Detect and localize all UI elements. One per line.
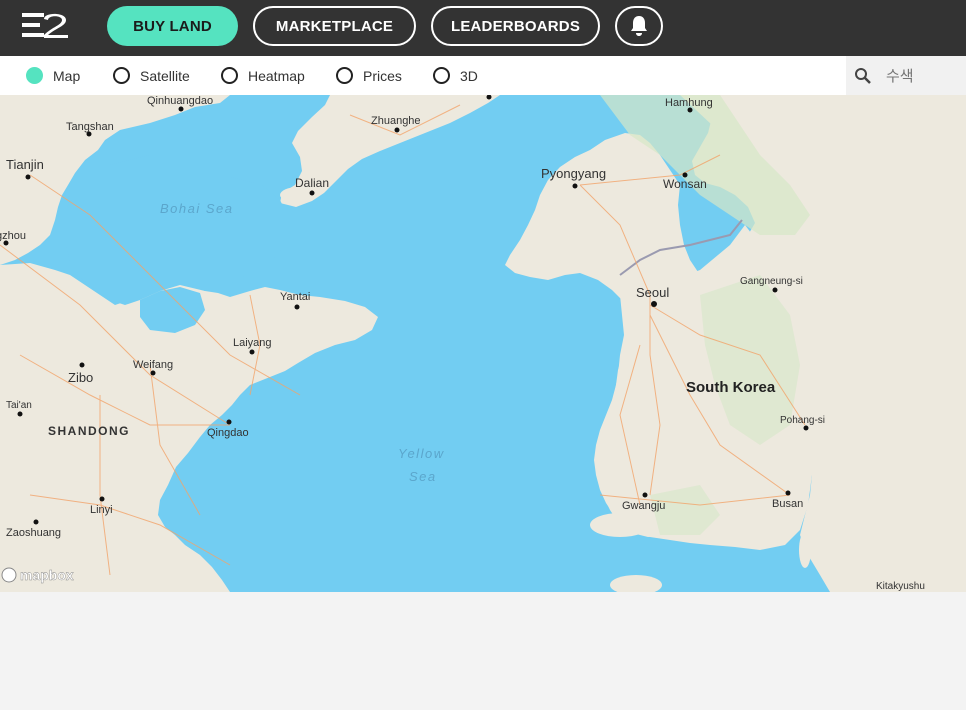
view-option-label: Prices bbox=[363, 67, 402, 84]
map-label-kitakyushu: Kitakyushu bbox=[876, 581, 925, 592]
map-canvas[interactable]: Qinhuangdao Tangshan Tianjin gzhou Zhuan… bbox=[0, 95, 966, 592]
radio-indicator bbox=[433, 67, 450, 84]
map-label-yellow-sea-line1: Yellow bbox=[398, 446, 445, 461]
city-dot bbox=[642, 492, 648, 498]
map-label-taian: Tai'an bbox=[6, 400, 32, 411]
map-label-qingdao: Qingdao bbox=[207, 427, 249, 439]
map-view-options-bar: Map Satellite Heatmap Prices 3D bbox=[0, 56, 966, 95]
map-label-pyongyang: Pyongyang bbox=[541, 166, 606, 181]
map-label-bohai-sea: Bohai Sea bbox=[160, 201, 234, 216]
map-label-seoul: Seoul bbox=[636, 285, 669, 300]
island bbox=[799, 532, 811, 568]
map-label-zaoshuang: Zaoshuang bbox=[6, 527, 61, 539]
island bbox=[900, 307, 906, 313]
search-input[interactable] bbox=[884, 65, 958, 86]
map-label-south-korea: South Korea bbox=[686, 379, 776, 396]
view-option-label: Heatmap bbox=[248, 67, 305, 84]
view-option-map[interactable]: Map bbox=[26, 56, 80, 95]
city-dot bbox=[309, 190, 315, 196]
map-label-wonsan: Wonsan bbox=[663, 177, 707, 191]
map-label-gzhou: gzhou bbox=[0, 230, 26, 242]
map-label-yellow-sea-line2: Sea bbox=[409, 469, 437, 484]
mapbox-logo[interactable]: mapbox bbox=[1, 567, 74, 583]
city-dot bbox=[178, 106, 184, 112]
map-label-qinhuangdao: Qinhuangdao bbox=[147, 95, 213, 107]
content-area-below-map bbox=[0, 592, 966, 710]
e2-logo-icon[interactable] bbox=[22, 11, 70, 39]
city-dot bbox=[99, 496, 105, 502]
view-option-3d[interactable]: 3D bbox=[433, 56, 478, 95]
view-option-label: Map bbox=[53, 67, 81, 84]
buy-land-button[interactable]: BUY LAND bbox=[107, 6, 238, 46]
search-box[interactable] bbox=[846, 56, 966, 95]
city-dot bbox=[150, 370, 156, 376]
leaderboards-button[interactable]: LEADERBOARDS bbox=[431, 6, 600, 46]
city-dot bbox=[572, 183, 578, 189]
map-label-yantai: Yantai bbox=[280, 291, 310, 303]
map-label-hamhung: Hamhung bbox=[665, 97, 713, 109]
view-option-label: 3D bbox=[460, 67, 478, 84]
map-label-busan: Busan bbox=[772, 498, 803, 510]
city-dot bbox=[33, 519, 39, 525]
city-dot bbox=[394, 127, 400, 133]
map-label-shandong: SHANDONG bbox=[48, 424, 130, 438]
map-label-laiyang: Laiyang bbox=[233, 337, 272, 349]
bell-icon bbox=[631, 16, 647, 36]
top-navigation-bar: BUY LAND MARKETPLACE LEADERBOARDS bbox=[0, 0, 966, 56]
city-dot bbox=[249, 349, 255, 355]
city-dot bbox=[294, 304, 300, 310]
view-option-prices[interactable]: Prices bbox=[336, 56, 402, 95]
map-label-zhuanghe: Zhuanghe bbox=[371, 115, 421, 127]
radio-indicator bbox=[336, 67, 353, 84]
radio-indicator bbox=[113, 67, 130, 84]
city-dot bbox=[803, 425, 809, 431]
notifications-button[interactable] bbox=[615, 6, 663, 46]
city-dot bbox=[785, 490, 791, 496]
view-option-label: Satellite bbox=[140, 67, 190, 84]
island bbox=[590, 513, 650, 537]
map-label-tianjin: Tianjin bbox=[6, 157, 44, 172]
map-label-tangshan: Tangshan bbox=[66, 121, 114, 133]
map-label-pohang: Pohang-si bbox=[780, 415, 825, 426]
radio-selected-indicator bbox=[26, 67, 43, 84]
map-label-weifang: Weifang bbox=[133, 359, 173, 371]
map-label-gangneung: Gangneung-si bbox=[740, 276, 803, 287]
city-dot bbox=[651, 301, 657, 307]
map-label-gwangju: Gwangju bbox=[622, 500, 665, 512]
city-dot bbox=[17, 411, 23, 417]
mapbox-wordmark: mapbox bbox=[20, 567, 74, 583]
view-option-heatmap[interactable]: Heatmap bbox=[221, 56, 305, 95]
map-label-dalian: Dalian bbox=[295, 176, 329, 190]
map-label-zibo: Zibo bbox=[68, 370, 93, 385]
view-option-satellite[interactable]: Satellite bbox=[113, 56, 190, 95]
search-icon[interactable] bbox=[854, 67, 872, 85]
city-dot bbox=[226, 419, 232, 425]
marketplace-button[interactable]: MARKETPLACE bbox=[253, 6, 416, 46]
map-svg: Qinhuangdao Tangshan Tianjin gzhou Zhuan… bbox=[0, 95, 966, 592]
city-dot bbox=[772, 287, 778, 293]
city-dot bbox=[25, 174, 31, 180]
radio-indicator bbox=[221, 67, 238, 84]
map-label-linyi: Linyi bbox=[90, 504, 113, 516]
city-dot bbox=[79, 362, 85, 368]
